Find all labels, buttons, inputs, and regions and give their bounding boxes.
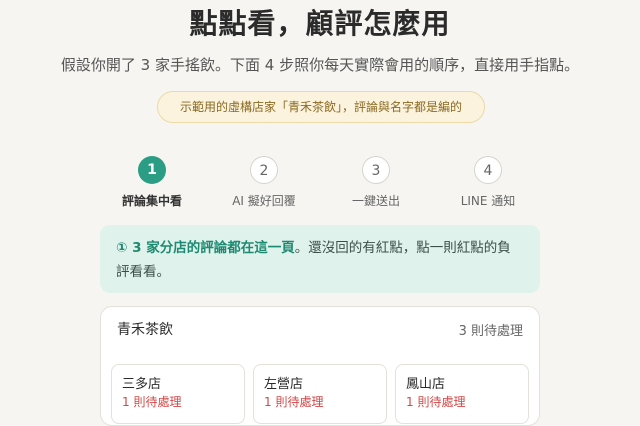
hint-prefix: ① <box>116 240 133 256</box>
store-card: 青禾茶飲 3 則待處理 三多店 1 則待處理 左營店 1 則待處理 鳳山店 1 … <box>100 306 540 426</box>
step-number: 4 <box>474 156 502 184</box>
branch-name: 鳳山店 <box>406 377 446 392</box>
step-3[interactable]: 3 一鍵送出 <box>320 156 432 209</box>
branch-pending-count: 1 則待處理 <box>122 395 182 409</box>
instruction-hint: ① 3 家分店的評論都在這一頁。還沒回的有紅點，點一則紅點的負評看看。 <box>100 225 540 293</box>
step-1[interactable]: 1 評論集中看 <box>96 156 208 209</box>
page-subtitle: 假設你開了 3 家手搖飲。下面 4 步照你每天實際會用的順序，直接用手指點。 <box>60 56 580 74</box>
step-label: AI 擬好回覆 <box>232 194 296 208</box>
demo-notice-badge: 示範用的虛構店家「青禾茶飲」，評論與名字都是編的 <box>157 91 485 123</box>
store-name: 青禾茶飲 <box>117 322 173 338</box>
branch-name: 左營店 <box>264 377 304 392</box>
hint-highlight: 3 家分店的評論都在這一頁 <box>132 240 295 256</box>
branch-card-zuoying[interactable]: 左營店 1 則待處理 <box>253 364 387 424</box>
store-pending-count: 3 則待處理 <box>458 324 523 339</box>
branch-pending-count: 1 則待處理 <box>406 395 466 409</box>
step-number: 2 <box>250 156 278 184</box>
step-indicator: 1 評論集中看 2 AI 擬好回覆 3 一鍵送出 4 LINE 通知 <box>96 156 544 208</box>
branch-card-sanduo[interactable]: 三多店 1 則待處理 <box>111 364 245 424</box>
step-label: 評論集中看 <box>121 194 182 208</box>
branch-card-fengshan[interactable]: 鳳山店 1 則待處理 <box>395 364 529 424</box>
step-4[interactable]: 4 LINE 通知 <box>432 156 544 209</box>
step-number: 3 <box>362 156 390 184</box>
step-label: 一鍵送出 <box>351 194 400 208</box>
branch-pending-count: 1 則待處理 <box>264 395 324 409</box>
step-2[interactable]: 2 AI 擬好回覆 <box>208 156 320 209</box>
page-title: 點點看，顧評怎麼用 <box>189 7 451 40</box>
branch-name: 三多店 <box>122 377 162 392</box>
step-number: 1 <box>138 156 166 184</box>
step-label: LINE 通知 <box>460 194 516 208</box>
